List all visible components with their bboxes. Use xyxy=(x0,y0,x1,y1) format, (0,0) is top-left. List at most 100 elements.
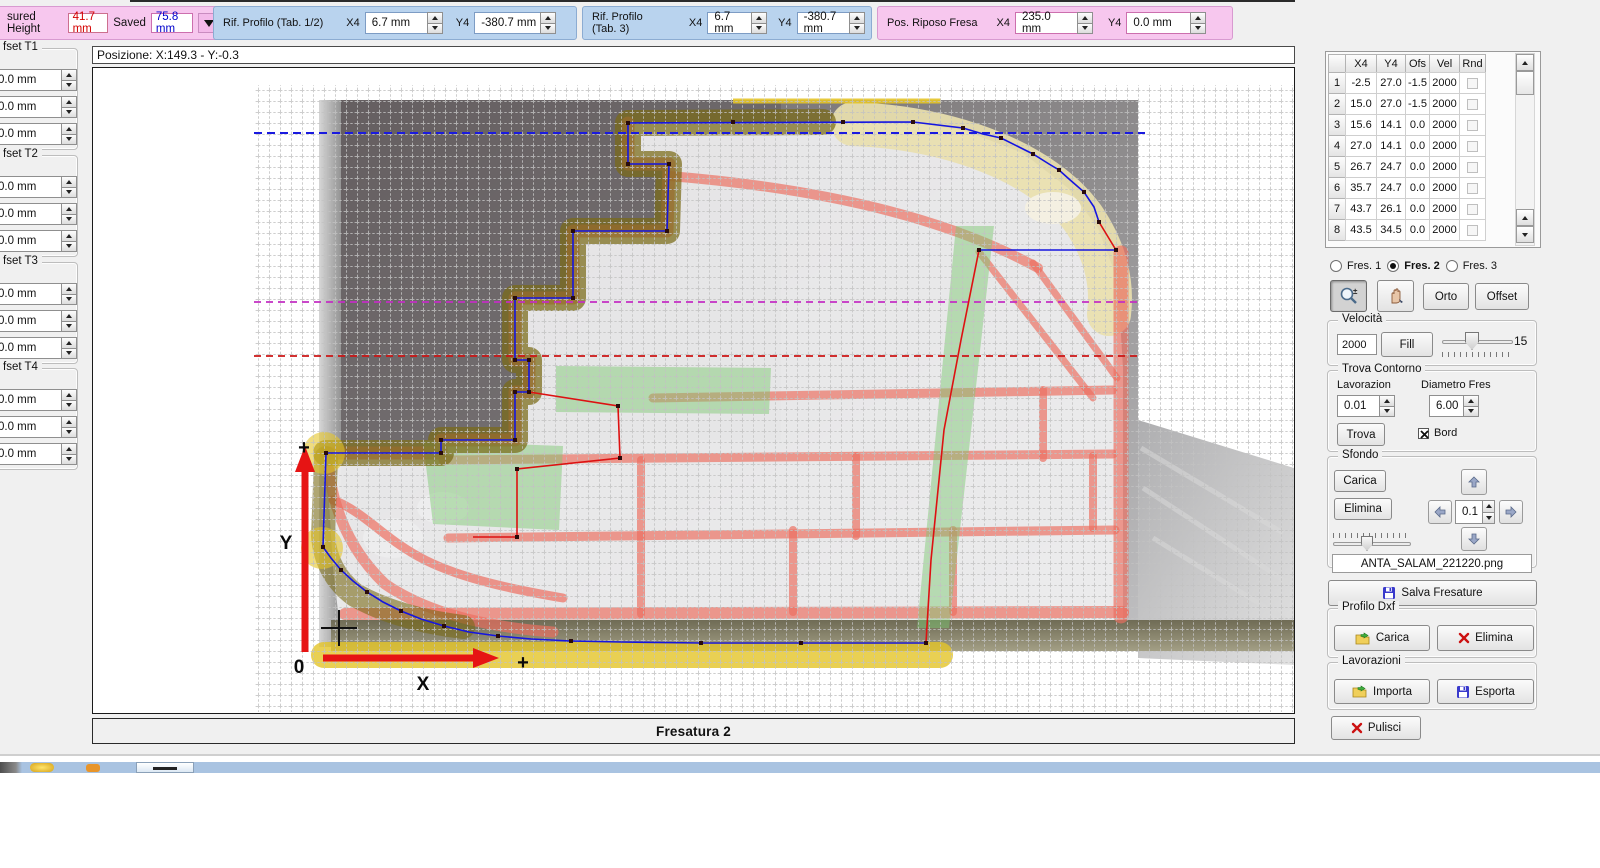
scrollbar-thumb[interactable] xyxy=(1516,71,1534,95)
spin-up-button[interactable] xyxy=(61,176,77,188)
lavorazioni-step-spinner[interactable]: 0.01 xyxy=(1337,395,1395,417)
table-row[interactable]: 315.614.10.02000 xyxy=(1328,114,1485,135)
spin-down-button[interactable] xyxy=(61,188,77,199)
radio-label[interactable]: Fres. 1 xyxy=(1347,260,1381,272)
zoom-tool-button[interactable]: ± xyxy=(1330,280,1367,312)
rnd-checkbox[interactable] xyxy=(1467,225,1478,236)
spin-down-button[interactable] xyxy=(61,455,77,466)
nudge-down-button[interactable] xyxy=(1461,527,1487,551)
scroll-down-icon[interactable] xyxy=(1516,226,1534,243)
spin-up-button[interactable] xyxy=(61,389,77,401)
radio-fres-3[interactable] xyxy=(1446,260,1458,272)
rnd-checkbox[interactable] xyxy=(1467,162,1478,173)
table-row[interactable]: 743.726.10.02000 xyxy=(1328,198,1485,219)
offset-spinner[interactable]: 0.0 mm xyxy=(0,389,77,411)
sfondo-slider-thumb[interactable] xyxy=(1361,536,1373,551)
sfondo-carica-button[interactable]: Carica xyxy=(1334,470,1386,492)
bord-checkbox[interactable] xyxy=(1418,428,1429,439)
bord-checkbox-row[interactable]: Bord xyxy=(1418,427,1457,439)
velocita-input[interactable]: 2000 xyxy=(1337,334,1377,355)
dxf-carica-button[interactable]: Carica xyxy=(1334,625,1430,651)
spin-down-button[interactable] xyxy=(1463,407,1479,418)
spin-up-button[interactable] xyxy=(61,96,77,108)
offset-spinner[interactable]: 0.0 mm xyxy=(0,443,77,465)
sfondo-elimina-button[interactable]: Elimina xyxy=(1334,498,1392,520)
spin-down-button[interactable] xyxy=(61,215,77,226)
rnd-checkbox[interactable] xyxy=(1467,120,1478,131)
table-scrollbar[interactable] xyxy=(1515,53,1535,246)
pulisci-button[interactable]: Pulisci xyxy=(1331,716,1421,740)
column-header-rnd[interactable]: Rnd xyxy=(1459,54,1486,73)
table-row[interactable]: 635.724.70.02000 xyxy=(1328,177,1485,198)
taskbar[interactable] xyxy=(0,762,1600,773)
spin-down-button[interactable] xyxy=(61,322,77,333)
spin-down-button[interactable] xyxy=(1482,513,1495,525)
column-header-x4[interactable]: X4 xyxy=(1345,54,1377,73)
spin-down-button[interactable] xyxy=(427,24,443,35)
spin-up-button[interactable] xyxy=(61,416,77,428)
spin-down-button[interactable] xyxy=(751,24,767,35)
radio-label[interactable]: Fres. 2 xyxy=(1404,260,1439,272)
rif3-x4-spinner[interactable]: 6.7 mm xyxy=(707,12,767,34)
spin-up-button[interactable] xyxy=(61,337,77,349)
offset-spinner[interactable]: 0.0 mm xyxy=(0,69,77,91)
offset-spinner[interactable]: 0.0 mm xyxy=(0,230,77,252)
pan-tool-button[interactable] xyxy=(1377,280,1414,312)
spin-down-button[interactable] xyxy=(1379,407,1395,418)
spin-down-button[interactable] xyxy=(540,24,556,35)
spin-up-button[interactable] xyxy=(61,203,77,215)
measured-height-value[interactable]: 41.7 mm xyxy=(68,13,109,33)
taskbar-window-button[interactable] xyxy=(136,762,194,773)
spin-up-button[interactable] xyxy=(540,12,556,24)
spin-up-button[interactable] xyxy=(1482,500,1495,513)
spin-up-button[interactable] xyxy=(1190,12,1206,24)
rnd-checkbox[interactable] xyxy=(1467,141,1478,152)
radio-label[interactable]: Fres. 3 xyxy=(1463,260,1497,272)
spin-up-button[interactable] xyxy=(61,230,77,242)
spin-down-button[interactable] xyxy=(61,81,77,92)
offset-button[interactable]: Offset xyxy=(1475,283,1529,310)
nudge-left-button[interactable] xyxy=(1428,500,1452,524)
riposo-y4-spinner[interactable]: 0.0 mm xyxy=(1126,12,1206,34)
spin-down-button[interactable] xyxy=(849,24,865,35)
fresatura-tab-bar[interactable]: Fresatura 2 xyxy=(92,718,1295,744)
spin-up-button[interactable] xyxy=(751,12,767,24)
trova-button[interactable]: Trova xyxy=(1337,423,1385,446)
background-filename[interactable]: ANTA_SALAM_221220.png xyxy=(1332,554,1532,573)
milling-canvas[interactable]: + + 0 Y X xyxy=(92,67,1295,714)
spin-down-button[interactable] xyxy=(61,108,77,119)
esporta-button[interactable]: Esporta xyxy=(1437,679,1534,704)
offset-spinner[interactable]: 0.0 mm xyxy=(0,310,77,332)
table-row[interactable]: 526.724.70.02000 xyxy=(1328,156,1485,177)
table-row[interactable]: 843.534.50.02000 xyxy=(1328,219,1485,240)
scroll-up-icon[interactable] xyxy=(1516,209,1534,226)
importa-button[interactable]: Importa xyxy=(1334,679,1430,704)
table-row[interactable]: 1-2.527.0-1.52000 xyxy=(1328,72,1485,93)
spin-up-button[interactable] xyxy=(61,123,77,135)
spin-up-button[interactable] xyxy=(427,12,443,24)
spin-down-button[interactable] xyxy=(61,295,77,306)
spin-up-button[interactable] xyxy=(61,283,77,295)
rnd-checkbox[interactable] xyxy=(1467,99,1478,110)
spin-down-button[interactable] xyxy=(61,428,77,439)
rif12-x4-spinner[interactable]: 6.7 mm xyxy=(365,12,443,34)
offset-spinner[interactable]: 0.0 mm xyxy=(0,203,77,225)
column-header-ofs[interactable]: Ofs xyxy=(1405,54,1430,73)
rnd-checkbox[interactable] xyxy=(1467,78,1478,89)
spin-up-button[interactable] xyxy=(61,69,77,81)
radio-fres-2[interactable] xyxy=(1387,260,1399,272)
scroll-up-icon[interactable] xyxy=(1516,54,1534,71)
spin-down-button[interactable] xyxy=(61,401,77,412)
rif3-y4-spinner[interactable]: -380.7 mm xyxy=(797,12,865,34)
spin-down-button[interactable] xyxy=(61,349,77,360)
rnd-checkbox[interactable] xyxy=(1467,183,1478,194)
spin-down-button[interactable] xyxy=(61,242,77,253)
table-row[interactable]: 427.014.10.02000 xyxy=(1328,135,1485,156)
offset-spinner[interactable]: 0.0 mm xyxy=(0,416,77,438)
spin-up-button[interactable] xyxy=(61,443,77,455)
spin-up-button[interactable] xyxy=(1379,395,1395,407)
spin-down-button[interactable] xyxy=(61,135,77,146)
radio-fres-1[interactable] xyxy=(1330,260,1342,272)
table-row[interactable]: 215.027.0-1.52000 xyxy=(1328,93,1485,114)
dxf-elimina-button[interactable]: Elimina xyxy=(1437,625,1534,651)
